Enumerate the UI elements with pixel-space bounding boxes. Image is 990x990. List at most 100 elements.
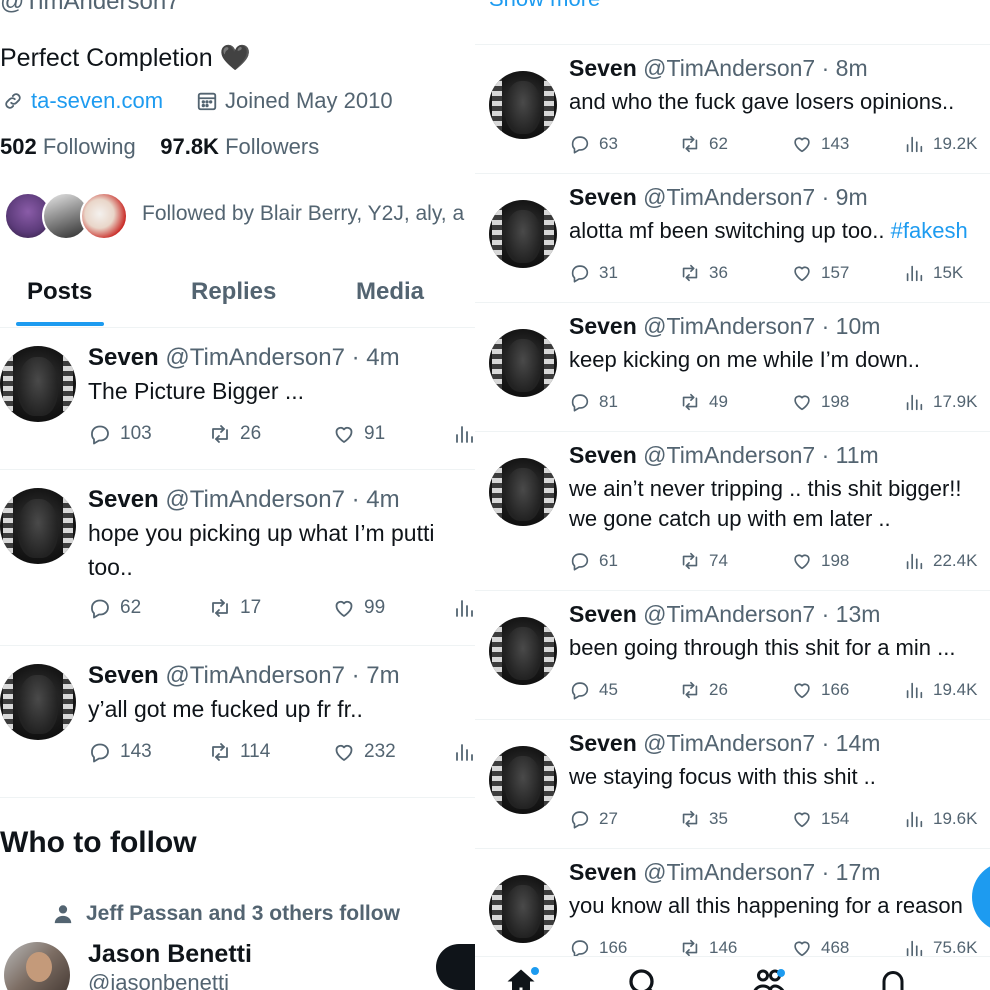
author-avatar[interactable] [489,200,557,268]
tweet[interactable]: Seven @TimAnderson7 · 9m alotta mf been s… [475,174,990,303]
repost-icon [682,393,698,411]
views-button[interactable]: 17.9K [903,391,977,413]
views-button[interactable]: 15K [903,262,963,284]
author-name[interactable]: Seven [569,601,637,627]
repost-count: 49 [709,392,728,411]
views-icon [906,811,923,828]
views-icon [456,600,473,617]
suggested-user-avatar[interactable] [4,942,70,990]
views-button[interactable]: 19.6K [903,808,977,830]
profile-website[interactable]: ta-seven.com [2,88,163,114]
follow-button[interactable] [436,944,475,990]
reply-button[interactable]: 31 [569,262,618,284]
author-name[interactable]: Seven [569,313,637,339]
reply-button[interactable]: 81 [569,391,618,413]
views-button[interactable]: 19.2K [903,133,977,155]
show-more-link[interactable]: Show more [489,0,600,12]
reply-button[interactable]: 103 [88,422,152,446]
author-name[interactable]: Seven [88,344,159,371]
author-avatar[interactable] [489,458,557,526]
repost-button[interactable]: 17 [208,596,261,620]
author-avatar[interactable] [489,875,557,943]
website-link[interactable]: ta-seven.com [31,88,163,114]
who-to-follow-context: Jeff Passan and 3 others follow [52,902,400,926]
repost-button[interactable]: 26 [208,422,261,446]
tweet[interactable]: Seven @TimAnderson7 · 7m y’all got me fu… [0,646,475,798]
repost-button[interactable]: 26 [679,679,728,701]
author-name[interactable]: Seven [88,486,159,513]
tweet[interactable]: Seven @TimAnderson7 · 11m we ain’t never … [475,432,990,591]
like-button[interactable]: 198 [791,391,849,413]
tweet-header: Seven @TimAnderson7 · 10m [569,313,880,340]
like-button[interactable]: 143 [791,133,849,155]
author-name[interactable]: Seven [569,859,637,885]
hashtag-link[interactable]: #fakesh [891,218,968,243]
author-name[interactable]: Seven [569,442,637,468]
tweet[interactable]: Seven @TimAnderson7 · 8m and who the fuck… [475,45,990,174]
search-icon[interactable] [625,965,661,990]
author-avatar[interactable] [489,71,557,139]
tweet-header: Seven @TimAnderson7 · 8m [569,55,868,82]
followers-link[interactable]: 97.8K Followers [160,134,319,159]
tweet-text: and who the fuck gave losers opinions.. [569,89,955,114]
like-count: 91 [364,423,386,444]
author-avatar[interactable] [489,329,557,397]
repost-count: 74 [709,551,728,570]
reply-button[interactable]: 63 [569,133,618,155]
reply-button[interactable]: 143 [88,740,152,764]
reply-icon [91,425,109,445]
author-avatar[interactable] [0,664,76,740]
reply-count: 63 [599,134,618,153]
repost-button[interactable]: 35 [679,808,728,830]
tweet[interactable]: Seven @TimAnderson7 · 14m we staying focu… [475,720,990,849]
author-name[interactable]: Seven [569,730,637,756]
repost-button[interactable]: 49 [679,391,728,413]
profile-handle: @TimAnderson7 [0,0,180,15]
like-button[interactable]: 166 [791,679,849,701]
suggested-user-name[interactable]: Jason Benetti [88,940,252,969]
repost-button[interactable]: 62 [679,133,728,155]
tweet[interactable]: Seven @TimAnderson7 · 4m hope you pickin… [0,470,475,646]
tweet[interactable]: Seven @TimAnderson7 · 4m The Picture Big… [0,328,475,470]
reply-count: 31 [599,263,618,282]
author-handle-time: @TimAnderson7 · 7m [165,662,400,689]
tweet[interactable]: Seven @TimAnderson7 · 10m keep kicking on… [475,303,990,432]
like-button[interactable]: 99 [332,596,385,620]
reply-button[interactable]: 45 [569,679,618,701]
author-name[interactable]: Seven [569,55,637,81]
reply-button[interactable]: 61 [569,550,618,572]
tab-replies[interactable]: Replies [191,278,276,306]
author-name[interactable]: Seven [569,184,637,210]
like-button[interactable]: 198 [791,550,849,572]
views-button[interactable] [452,740,475,764]
author-avatar[interactable] [489,617,557,685]
like-button[interactable]: 91 [332,422,385,446]
like-button[interactable]: 154 [791,808,849,830]
reply-button[interactable]: 27 [569,808,618,830]
author-avatar[interactable] [0,488,76,564]
tab-media[interactable]: Media [356,278,424,306]
heart-icon [794,266,810,282]
like-button[interactable]: 157 [791,262,849,284]
notifications-icon[interactable] [875,965,911,990]
followed-by-text[interactable]: Followed by Blair Berry, Y2J, aly, a [142,202,464,226]
views-icon [456,426,473,443]
author-avatar[interactable] [489,746,557,814]
author-name[interactable]: Seven [88,662,159,689]
reply-button[interactable]: 62 [88,596,141,620]
tweet[interactable]: Seven @TimAnderson7 · 13m been going thro… [475,591,990,720]
views-button[interactable]: 19.4K [903,679,977,701]
author-avatar[interactable] [0,346,76,422]
tab-posts[interactable]: Posts [27,278,92,306]
views-button[interactable] [452,422,475,446]
repost-button[interactable]: 36 [679,262,728,284]
views-button[interactable]: 22.4K [903,550,977,572]
followers-you-know-avatars[interactable] [4,192,134,242]
views-button[interactable] [452,596,475,620]
like-button[interactable]: 232 [332,740,396,764]
tweet-text: you know all this happening for a reason [569,893,963,918]
tweet-text: The Picture Bigger ... [88,378,305,404]
repost-button[interactable]: 114 [208,740,270,764]
following-link[interactable]: 502 Following [0,134,136,159]
repost-button[interactable]: 74 [679,550,728,572]
